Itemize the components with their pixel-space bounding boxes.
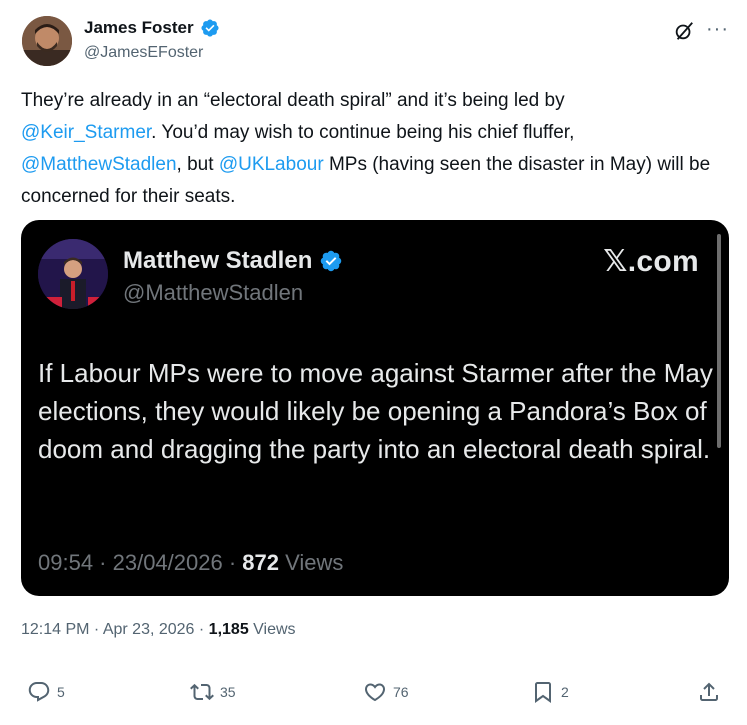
bookmark-count: 2 bbox=[561, 684, 569, 700]
embedded-tweet-meta: 09:54 · 23/04/2026 · 872 Views bbox=[38, 550, 343, 576]
tweet-text: They’re already in an “electoral death s… bbox=[21, 85, 721, 213]
tweet-timestamp[interactable]: 12:14 PM · Apr 23, 2026 · bbox=[21, 621, 209, 638]
bookmark-icon bbox=[535, 682, 551, 703]
repost-count: 35 bbox=[220, 684, 236, 700]
mention-matthew-stadlen[interactable]: @MatthewStadlen bbox=[21, 154, 177, 175]
embedded-author-name: Matthew Stadlen bbox=[123, 247, 313, 274]
x-com-logo: 𝕏.com bbox=[603, 245, 699, 278]
verified-badge-icon bbox=[321, 250, 342, 272]
reply-icon bbox=[28, 682, 50, 702]
reply-count: 5 bbox=[57, 684, 65, 700]
like-count: 76 bbox=[393, 684, 409, 700]
embedded-name-row: Matthew Stadlen bbox=[123, 247, 343, 275]
mention-uk-labour[interactable]: @UKLabour bbox=[219, 154, 324, 175]
embedded-author-handle: @MatthewStadlen bbox=[123, 280, 304, 305]
embedded-avatar bbox=[38, 239, 108, 309]
bookmark-button[interactable]: 2 bbox=[531, 680, 569, 704]
share-button[interactable] bbox=[697, 680, 721, 704]
share-icon bbox=[700, 682, 718, 701]
tweet-meta: 12:14 PM · Apr 23, 2026 · 1,185 Views bbox=[21, 621, 296, 639]
reply-button[interactable]: 5 bbox=[27, 680, 65, 704]
more-icon[interactable]: ··· bbox=[706, 18, 729, 41]
tweet-views-label: Views bbox=[248, 621, 296, 638]
author-name[interactable]: James Foster bbox=[84, 18, 194, 38]
tweet-text-part-1: They’re already in an “electoral death s… bbox=[21, 90, 565, 111]
embedded-views-label: Views bbox=[278, 550, 344, 575]
embedded-timestamp: 09:54 · 23/04/2026 · bbox=[38, 550, 243, 575]
like-button[interactable]: 76 bbox=[363, 680, 409, 704]
embedded-tweet-text: If Labour MPs were to move against Starm… bbox=[38, 358, 713, 464]
mention-keir-starmer[interactable]: @Keir_Starmer bbox=[21, 122, 151, 143]
tweet-text-part-2: . You’d may wish to continue being his c… bbox=[151, 122, 575, 143]
author-name-row: James Foster bbox=[84, 18, 220, 38]
repost-button[interactable]: 35 bbox=[190, 680, 236, 704]
author-avatar[interactable] bbox=[22, 16, 72, 66]
like-icon bbox=[364, 683, 386, 702]
grok-icon[interactable] bbox=[673, 20, 695, 42]
embedded-views-count: 872 bbox=[242, 550, 279, 575]
embedded-tweet-card[interactable]: Matthew Stadlen @MatthewStadlen 𝕏.com If… bbox=[21, 220, 729, 596]
verified-badge-icon bbox=[201, 19, 219, 37]
tweet-views-count: 1,185 bbox=[208, 621, 249, 638]
author-handle[interactable]: @JamesEFoster bbox=[84, 44, 203, 62]
repost-icon bbox=[190, 683, 214, 701]
tweet-text-part-3: , but bbox=[176, 154, 214, 175]
